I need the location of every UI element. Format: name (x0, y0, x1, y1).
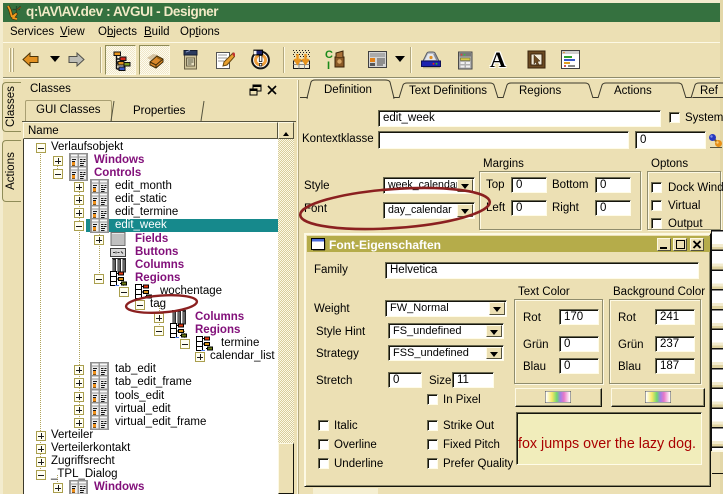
svg-text:I: I (327, 60, 330, 71)
